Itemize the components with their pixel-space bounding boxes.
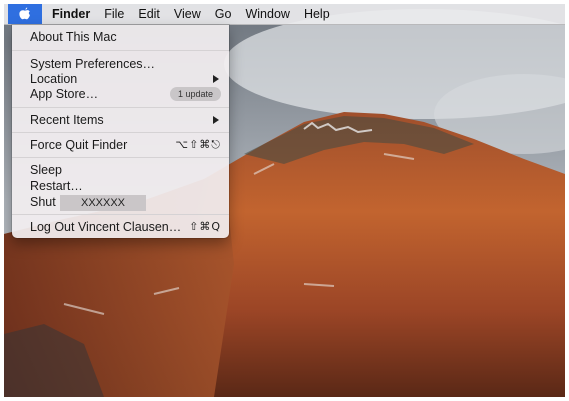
apple-menu-button[interactable] [8,4,42,24]
menu-item-shut-down-label: Shut [30,195,56,209]
menu-separator [12,50,229,51]
menu-view[interactable]: View [167,4,208,24]
menu-file[interactable]: File [97,4,131,24]
menu-item-about-label: About This Mac [30,30,117,44]
menu-item-log-out[interactable]: Log Out Vincent Clausen… ⇧⌘Q [30,219,221,235]
menu-item-system-preferences[interactable]: System Preferences… [30,56,221,72]
menu-item-location[interactable]: Location [30,71,221,87]
menu-item-force-quit[interactable]: Force Quit Finder ⌥⇧⌘⎋ [30,137,221,153]
menu-item-location-label: Location [30,72,78,86]
desktop-screen: Finder File Edit View Go Window Help Abo… [4,4,565,397]
submenu-arrow-icon [213,116,219,124]
menu-item-restart-label: Restart… [30,179,83,193]
apple-dropdown-menu: About This Mac System Preferences… Locat… [12,25,229,238]
menu-separator [12,214,229,215]
menu-item-force-quit-label: Force Quit Finder [30,138,128,152]
force-quit-shortcut: ⌥⇧⌘⎋ [175,138,221,151]
menu-edit[interactable]: Edit [131,4,167,24]
menu-separator [12,132,229,133]
menu-finder[interactable]: Finder [42,4,97,24]
menu-separator [12,157,229,158]
submenu-arrow-icon [213,75,219,83]
menu-item-system-preferences-label: System Preferences… [30,57,156,71]
menu-item-recent-items[interactable]: Recent Items [30,112,221,128]
menu-item-log-out-label: Log Out Vincent Clausen… [30,220,182,234]
redacted-label: XXXXXX [60,195,146,211]
menu-separator [12,107,229,108]
menu-item-sleep-label: Sleep [30,163,62,177]
menu-item-restart[interactable]: Restart… [30,178,221,194]
menu-bar: Finder File Edit View Go Window Help [4,4,565,25]
menu-go[interactable]: Go [208,4,239,24]
menu-window[interactable]: Window [238,4,296,24]
log-out-shortcut: ⇧⌘Q [189,220,221,233]
menu-help[interactable]: Help [297,4,337,24]
update-badge: 1 update [169,87,221,101]
menu-item-app-store-label: App Store… [30,87,99,101]
menu-item-sleep[interactable]: Sleep [30,162,221,178]
menu-item-about[interactable]: About This Mac [30,29,221,45]
menu-item-app-store[interactable]: App Store… 1 update [30,86,221,102]
menu-item-recent-items-label: Recent Items [30,113,104,127]
apple-icon [19,7,30,20]
